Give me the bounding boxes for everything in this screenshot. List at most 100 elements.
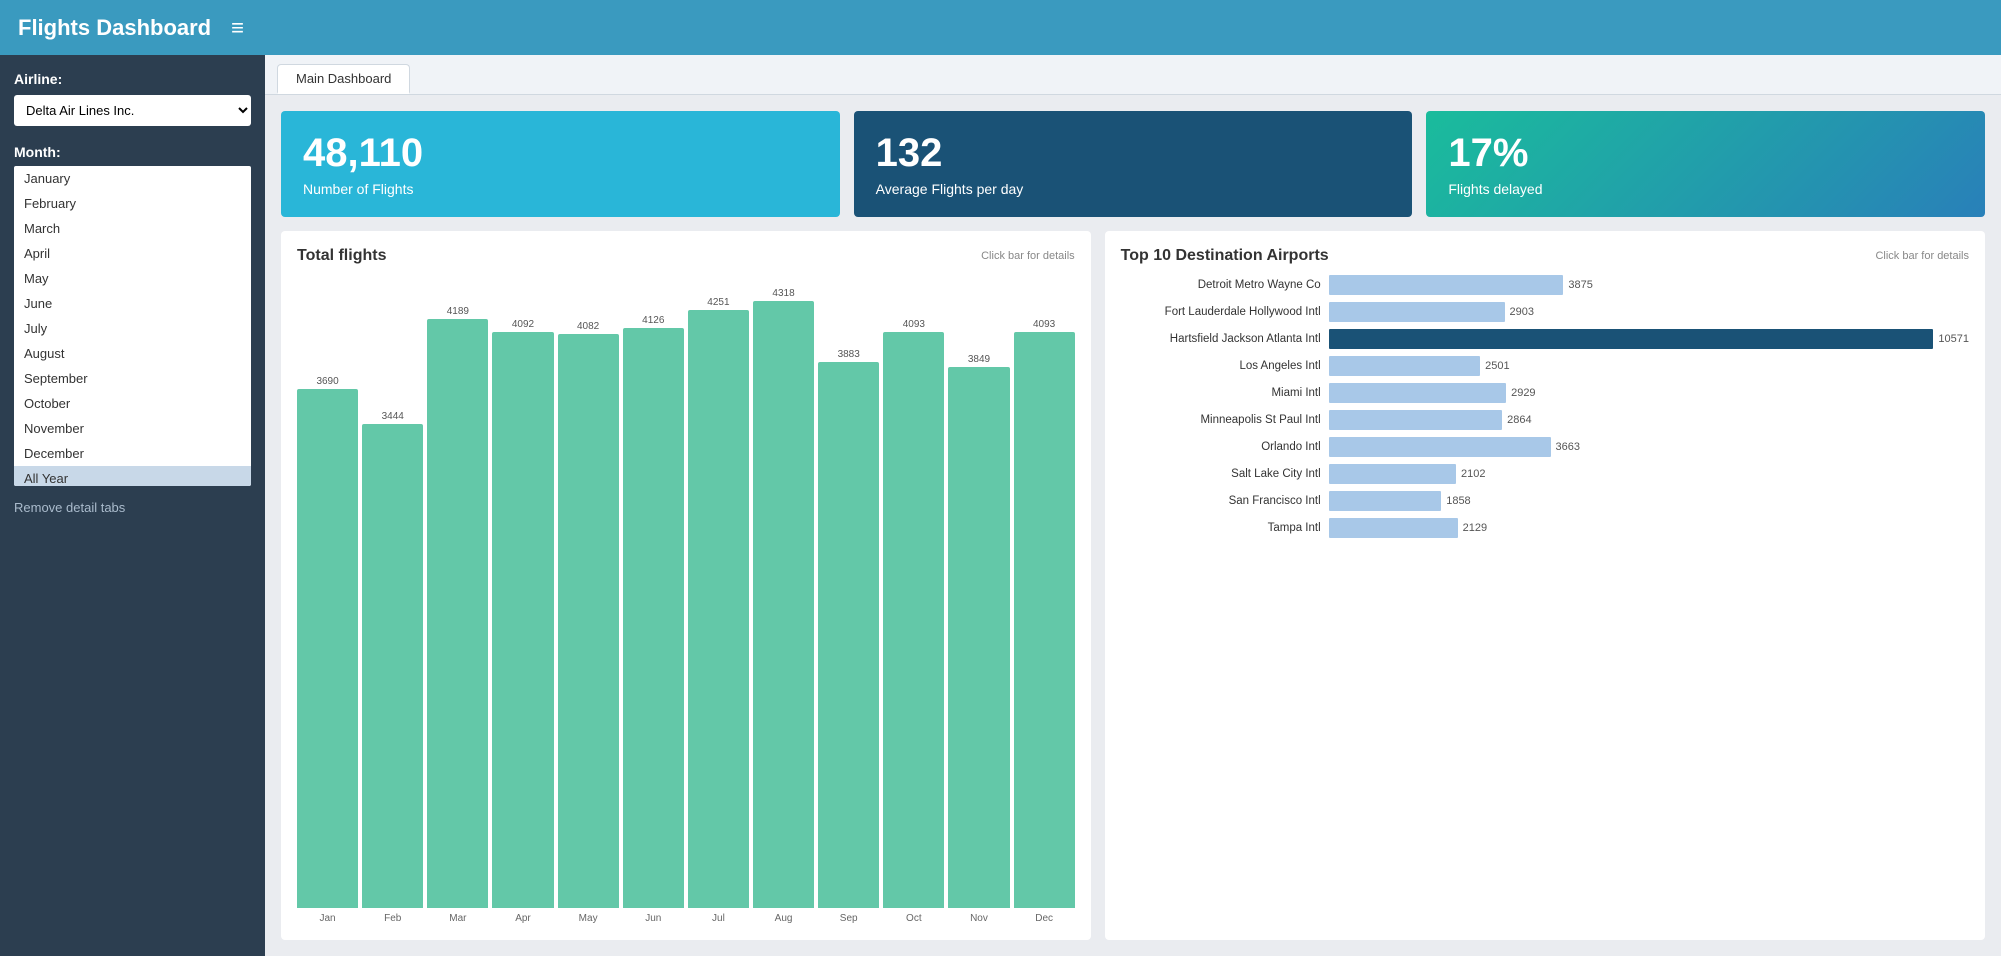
total-flights-hint: Click bar for details (981, 250, 1075, 262)
airport-row[interactable]: Miami Intl 2929 (1121, 383, 1969, 403)
bar-col[interactable]: 4092 (492, 275, 553, 908)
bar-value: 4189 (447, 306, 469, 317)
horiz-bar-wrap: 2929 (1329, 383, 1969, 403)
airport-row[interactable]: Hartsfield Jackson Atlanta Intl 10571 (1121, 329, 1969, 349)
kpi-row: 48,110 Number of Flights 132 Average Fli… (281, 111, 1985, 217)
month-list-item[interactable]: August (14, 341, 251, 366)
airport-row[interactable]: Orlando Intl 3663 (1121, 437, 1969, 457)
horiz-bar-wrap: 2864 (1329, 410, 1969, 430)
airports-header: Top 10 Destination Airports Click bar fo… (1121, 247, 1969, 265)
airport-row[interactable]: Salt Lake City Intl 2102 (1121, 464, 1969, 484)
bar-col[interactable]: 3444 (362, 275, 423, 908)
horiz-bar (1329, 437, 1551, 457)
month-list[interactable]: JanuaryFebruaryMarchAprilMayJuneJulyAugu… (14, 166, 251, 486)
airport-row[interactable]: Detroit Metro Wayne Co 3875 (1121, 275, 1969, 295)
airport-value: 1858 (1446, 495, 1470, 507)
month-list-item[interactable]: January (14, 166, 251, 191)
month-list-item[interactable]: September (14, 366, 251, 391)
month-list-item[interactable]: June (14, 291, 251, 316)
airports-title: Top 10 Destination Airports (1121, 247, 1329, 265)
bar-value: 3883 (838, 349, 860, 360)
dashboard: 48,110 Number of Flights 132 Average Fli… (265, 95, 2001, 956)
airport-value: 2102 (1461, 468, 1485, 480)
airport-label: Detroit Metro Wayne Co (1121, 279, 1321, 291)
body-layout: Airline: Delta Air Lines Inc.American Ai… (0, 55, 2001, 956)
bar-value: 4093 (903, 319, 925, 330)
horiz-bar (1329, 491, 1442, 511)
bar-rect (297, 389, 358, 908)
bar-rect (688, 310, 749, 908)
bar-month-label: Oct (883, 913, 944, 924)
airport-value: 2129 (1463, 522, 1487, 534)
bar-col[interactable]: 3690 (297, 275, 358, 908)
airport-row[interactable]: Fort Lauderdale Hollywood Intl 2903 (1121, 302, 1969, 322)
bar-col[interactable]: 4082 (558, 275, 619, 908)
month-list-item[interactable]: February (14, 191, 251, 216)
bar-month-label: Apr (492, 913, 553, 924)
month-list-item[interactable]: April (14, 241, 251, 266)
bar-col[interactable]: 4318 (753, 275, 814, 908)
month-list-item[interactable]: July (14, 316, 251, 341)
bar-rect (818, 362, 879, 908)
bar-col[interactable]: 4126 (623, 275, 684, 908)
horiz-bar (1329, 275, 1564, 295)
total-flights-panel: Total flights Click bar for details 3690… (281, 231, 1091, 940)
airport-value: 2929 (1511, 387, 1535, 399)
bar-col[interactable]: 4251 (688, 275, 749, 908)
horiz-bar (1329, 410, 1502, 430)
month-list-item[interactable]: May (14, 266, 251, 291)
bar-chart: 3690 3444 4189 4092 4082 4126 4251 4318 … (297, 275, 1075, 924)
airport-label: Orlando Intl (1121, 441, 1321, 453)
month-list-item[interactable]: December (14, 441, 251, 466)
airport-row[interactable]: San Francisco Intl 1858 (1121, 491, 1969, 511)
bars-area: 3690 3444 4189 4092 4082 4126 4251 4318 … (297, 275, 1075, 908)
airport-row[interactable]: Tampa Intl 2129 (1121, 518, 1969, 538)
bar-month-label: Mar (427, 913, 488, 924)
kpi-label-2: Flights delayed (1448, 181, 1963, 197)
remove-detail-tabs-button[interactable]: Remove detail tabs (14, 500, 251, 515)
bar-value: 3690 (316, 376, 338, 387)
bar-month-label: Jul (688, 913, 749, 924)
bar-rect (623, 328, 684, 908)
month-list-item[interactable]: October (14, 391, 251, 416)
kpi-label-0: Number of Flights (303, 181, 818, 197)
sidebar: Airline: Delta Air Lines Inc.American Ai… (0, 55, 265, 956)
kpi-card-0: 48,110 Number of Flights (281, 111, 840, 217)
kpi-card-1: 132 Average Flights per day (854, 111, 1413, 217)
bar-value: 4126 (642, 315, 664, 326)
bar-col[interactable]: 4093 (1014, 275, 1075, 908)
bar-rect (558, 334, 619, 908)
airport-label: Minneapolis St Paul Intl (1121, 414, 1321, 426)
bar-rect (492, 332, 553, 908)
month-label: Month: (14, 144, 251, 160)
horiz-bar (1329, 464, 1456, 484)
kpi-value-2: 17% (1448, 131, 1963, 175)
bar-rect (753, 301, 814, 908)
month-list-item[interactable]: March (14, 216, 251, 241)
horiz-bar-wrap: 2903 (1329, 302, 1969, 322)
horiz-bar (1329, 329, 1934, 349)
bar-col[interactable]: 4189 (427, 275, 488, 908)
bar-col[interactable]: 4093 (883, 275, 944, 908)
tab-main-dashboard[interactable]: Main Dashboard (277, 64, 410, 94)
airport-row[interactable]: Los Angeles Intl 2501 (1121, 356, 1969, 376)
airport-row[interactable]: Minneapolis St Paul Intl 2864 (1121, 410, 1969, 430)
bar-col[interactable]: 3849 (948, 275, 1009, 908)
airport-value: 3875 (1568, 279, 1592, 291)
bar-month-label: Jan (297, 913, 358, 924)
bar-rect (948, 367, 1009, 908)
airline-select[interactable]: Delta Air Lines Inc.American AirlinesUni… (14, 95, 251, 126)
bar-month-label: Nov (948, 913, 1009, 924)
bar-value: 4082 (577, 321, 599, 332)
airports-panel: Top 10 Destination Airports Click bar fo… (1105, 231, 1985, 940)
month-list-item[interactable]: November (14, 416, 251, 441)
horiz-bar (1329, 356, 1480, 376)
month-list-item[interactable]: All Year (14, 466, 251, 486)
hamburger-icon[interactable]: ≡ (231, 15, 244, 41)
kpi-label-1: Average Flights per day (876, 181, 1391, 197)
bar-rect (1014, 332, 1075, 908)
bar-col[interactable]: 3883 (818, 275, 879, 908)
bar-month-label: Sep (818, 913, 879, 924)
bar-month-label: Jun (623, 913, 684, 924)
airport-label: Salt Lake City Intl (1121, 468, 1321, 480)
